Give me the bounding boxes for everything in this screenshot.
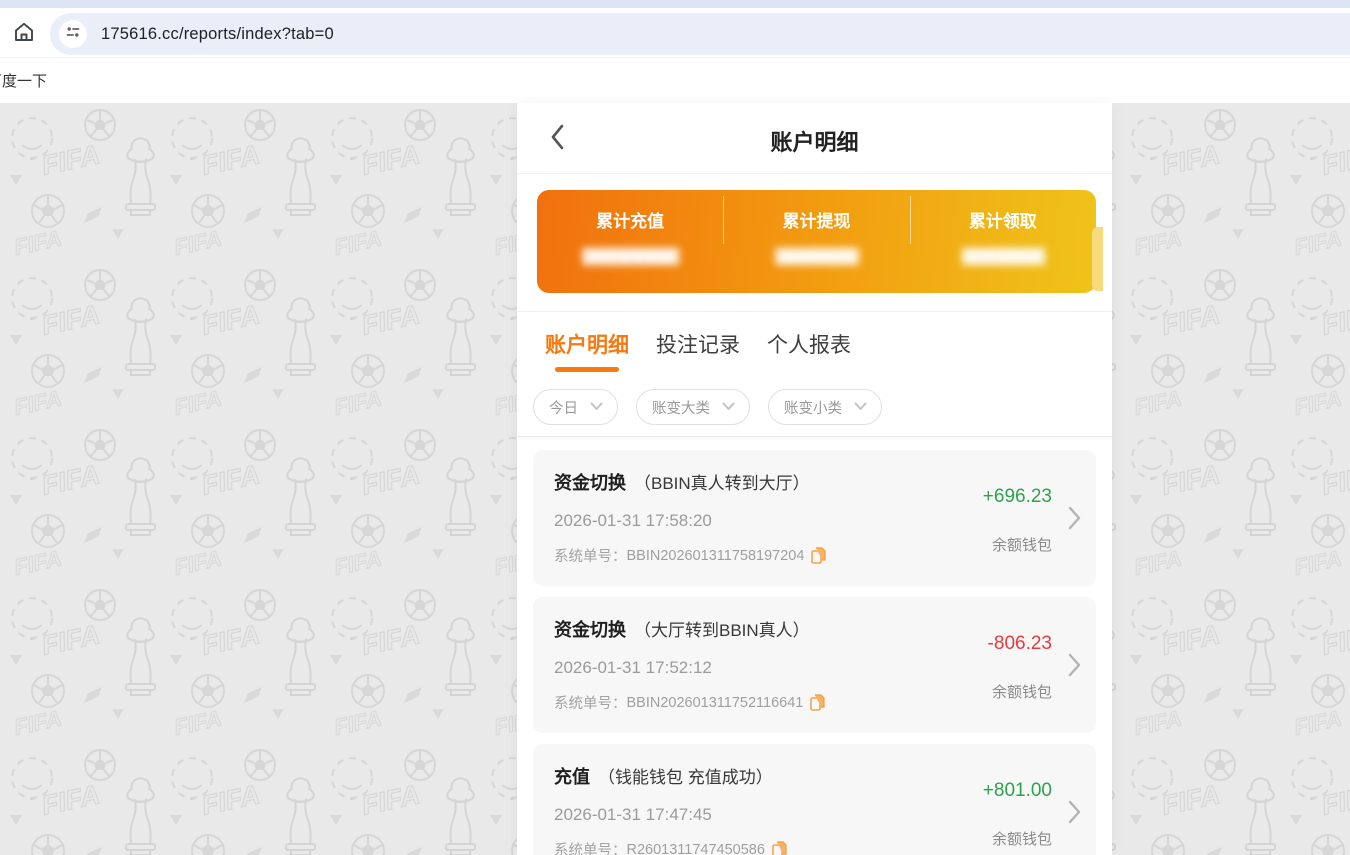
copy-icon (811, 547, 827, 564)
transaction-list: 资金切换 （BBIN真人转到大厅） 2026-01-31 17:58:20 系统… (517, 437, 1112, 855)
copy-button[interactable] (772, 841, 787, 855)
transaction-amount-block: -806.23 余额钱包 (924, 597, 1052, 733)
summary-masked-value: ▆▆▆▆▆▆ (775, 244, 859, 265)
browser-tab-strip (0, 0, 1350, 8)
transaction-amount-block: +696.23 余额钱包 (924, 450, 1052, 586)
copy-button[interactable] (810, 694, 825, 711)
transaction-type: 资金切换 (554, 473, 626, 493)
filter-label: 账变大类 (652, 400, 710, 417)
filter-label: 今日 (549, 400, 578, 417)
transaction-detail: （大厅转到BBIN真人） (634, 621, 810, 640)
chevron-down-icon (722, 398, 735, 416)
summary-section: 累计充值 ▆▆▆▆▆▆▆ 累计提现 ▆▆▆▆▆▆ 累计领取 ▆▆▆▆▆▆ (517, 174, 1112, 312)
filter-bar: 今日 账变大类 账变小类 (517, 380, 1112, 437)
tab-label: 个人报表 (767, 334, 851, 357)
filter-minor-category-dropdown[interactable]: 账变小类 (768, 389, 882, 425)
wallet-type: 余额钱包 (991, 831, 1052, 848)
summary-label: 累计充值 (596, 212, 665, 231)
filter-major-category-dropdown[interactable]: 账变大类 (636, 389, 750, 425)
copy-icon (772, 841, 787, 855)
transaction-row[interactable]: 资金切换 （大厅转到BBIN真人） 2026-01-31 17:52:12 系统… (533, 597, 1096, 733)
page-top-band: 百度一下 (0, 57, 1350, 103)
active-tab-underline (555, 367, 619, 372)
order-number: R2601311747450586 (626, 841, 765, 855)
transaction-type: 资金切换 (554, 620, 626, 640)
row-detail-arrow[interactable] (1052, 450, 1096, 586)
order-label: 系统单号： (554, 843, 627, 855)
chevron-down-icon (590, 398, 603, 416)
page-title: 账户明细 (770, 130, 859, 155)
transaction-info: 充值 （钱能钱包 充值成功） 2026-01-31 17:47:45 系统单号：… (533, 744, 924, 855)
transaction-amount: -806.23 (987, 633, 1052, 654)
panel-header: 账户明细 (517, 103, 1112, 174)
transaction-datetime: 2026-01-31 17:47:45 (554, 805, 712, 824)
transaction-row[interactable]: 资金切换 （BBIN真人转到大厅） 2026-01-31 17:58:20 系统… (533, 450, 1096, 586)
order-number: BBIN202601311758197204 (626, 547, 805, 564)
row-detail-arrow[interactable] (1052, 597, 1096, 733)
baidu-link[interactable]: 百度一下 (0, 70, 47, 91)
chevron-right-icon (1068, 653, 1080, 677)
transaction-type: 充值 (554, 767, 590, 787)
tune-sliders-icon (65, 24, 81, 45)
summary-masked-value: ▆▆▆▆▆▆ (961, 244, 1045, 265)
transaction-datetime: 2026-01-31 17:52:12 (554, 658, 712, 677)
copy-button[interactable] (811, 547, 827, 564)
wallet-type: 余额钱包 (991, 537, 1052, 554)
order-number: BBIN202601311752116641 (626, 694, 804, 711)
summary-total-deposit: 累计充值 ▆▆▆▆▆▆▆ (537, 190, 723, 293)
site-info-button[interactable] (59, 20, 87, 48)
row-detail-arrow[interactable] (1052, 744, 1096, 855)
summary-label: 累计提现 (782, 212, 851, 231)
transaction-info: 资金切换 （BBIN真人转到大厅） 2026-01-31 17:58:20 系统… (533, 450, 924, 586)
transaction-amount: +696.23 (982, 486, 1052, 507)
summary-label: 累计领取 (968, 212, 1037, 231)
url-text[interactable]: 175616.cc/reports/index?tab=0 (101, 25, 334, 44)
order-label: 系统单号： (554, 549, 627, 565)
transaction-amount-block: +801.00 余额钱包 (924, 744, 1052, 855)
tab-bet-records[interactable]: 投注记录 (656, 329, 740, 380)
summary-total-withdraw: 累计提现 ▆▆▆▆▆▆ (723, 190, 909, 293)
summary-total-claimed: 累计领取 ▆▆▆▆▆▆ (909, 190, 1096, 293)
filter-label: 账变小类 (784, 400, 842, 417)
transaction-detail: （BBIN真人转到大厅） (634, 474, 810, 493)
account-detail-panel: 账户明细 累计充值 ▆▆▆▆▆▆▆ 累计提现 ▆▆▆▆▆▆ 累计领取 ▆▆▆▆▆… (517, 103, 1112, 855)
transaction-amount: +801.00 (982, 780, 1052, 801)
transaction-row[interactable]: 充值 （钱能钱包 充值成功） 2026-01-31 17:47:45 系统单号：… (533, 744, 1096, 855)
copy-icon (810, 694, 825, 711)
next-banner-card-peek[interactable] (1092, 227, 1103, 291)
order-label: 系统单号： (554, 696, 627, 712)
tab-personal-report[interactable]: 个人报表 (767, 329, 851, 380)
transaction-datetime: 2026-01-31 17:58:20 (554, 511, 712, 530)
tab-bar: 账户明细 投注记录 个人报表 (517, 312, 1112, 380)
tab-label: 投注记录 (656, 334, 740, 357)
tab-account-detail[interactable]: 账户明细 (545, 329, 629, 380)
browser-toolbar: 175616.cc/reports/index?tab=0 (0, 8, 1350, 57)
summary-banner[interactable]: 累计充值 ▆▆▆▆▆▆▆ 累计提现 ▆▆▆▆▆▆ 累计领取 ▆▆▆▆▆▆ (537, 190, 1096, 293)
page-background: FIFA FIFA (0, 103, 1350, 855)
chevron-down-icon (854, 398, 867, 416)
home-icon (12, 20, 36, 49)
wallet-type: 余额钱包 (991, 684, 1052, 701)
filter-date-dropdown[interactable]: 今日 (533, 389, 618, 425)
home-button[interactable] (8, 18, 40, 50)
transaction-info: 资金切换 （大厅转到BBIN真人） 2026-01-31 17:52:12 系统… (533, 597, 924, 733)
chevron-right-icon (1068, 506, 1080, 530)
transaction-detail: （钱能钱包 充值成功） (598, 768, 773, 787)
tab-label: 账户明细 (545, 334, 629, 357)
summary-masked-value: ▆▆▆▆▆▆▆ (582, 244, 679, 265)
address-bar[interactable]: 175616.cc/reports/index?tab=0 (50, 13, 1350, 55)
chevron-right-icon (1068, 800, 1080, 824)
